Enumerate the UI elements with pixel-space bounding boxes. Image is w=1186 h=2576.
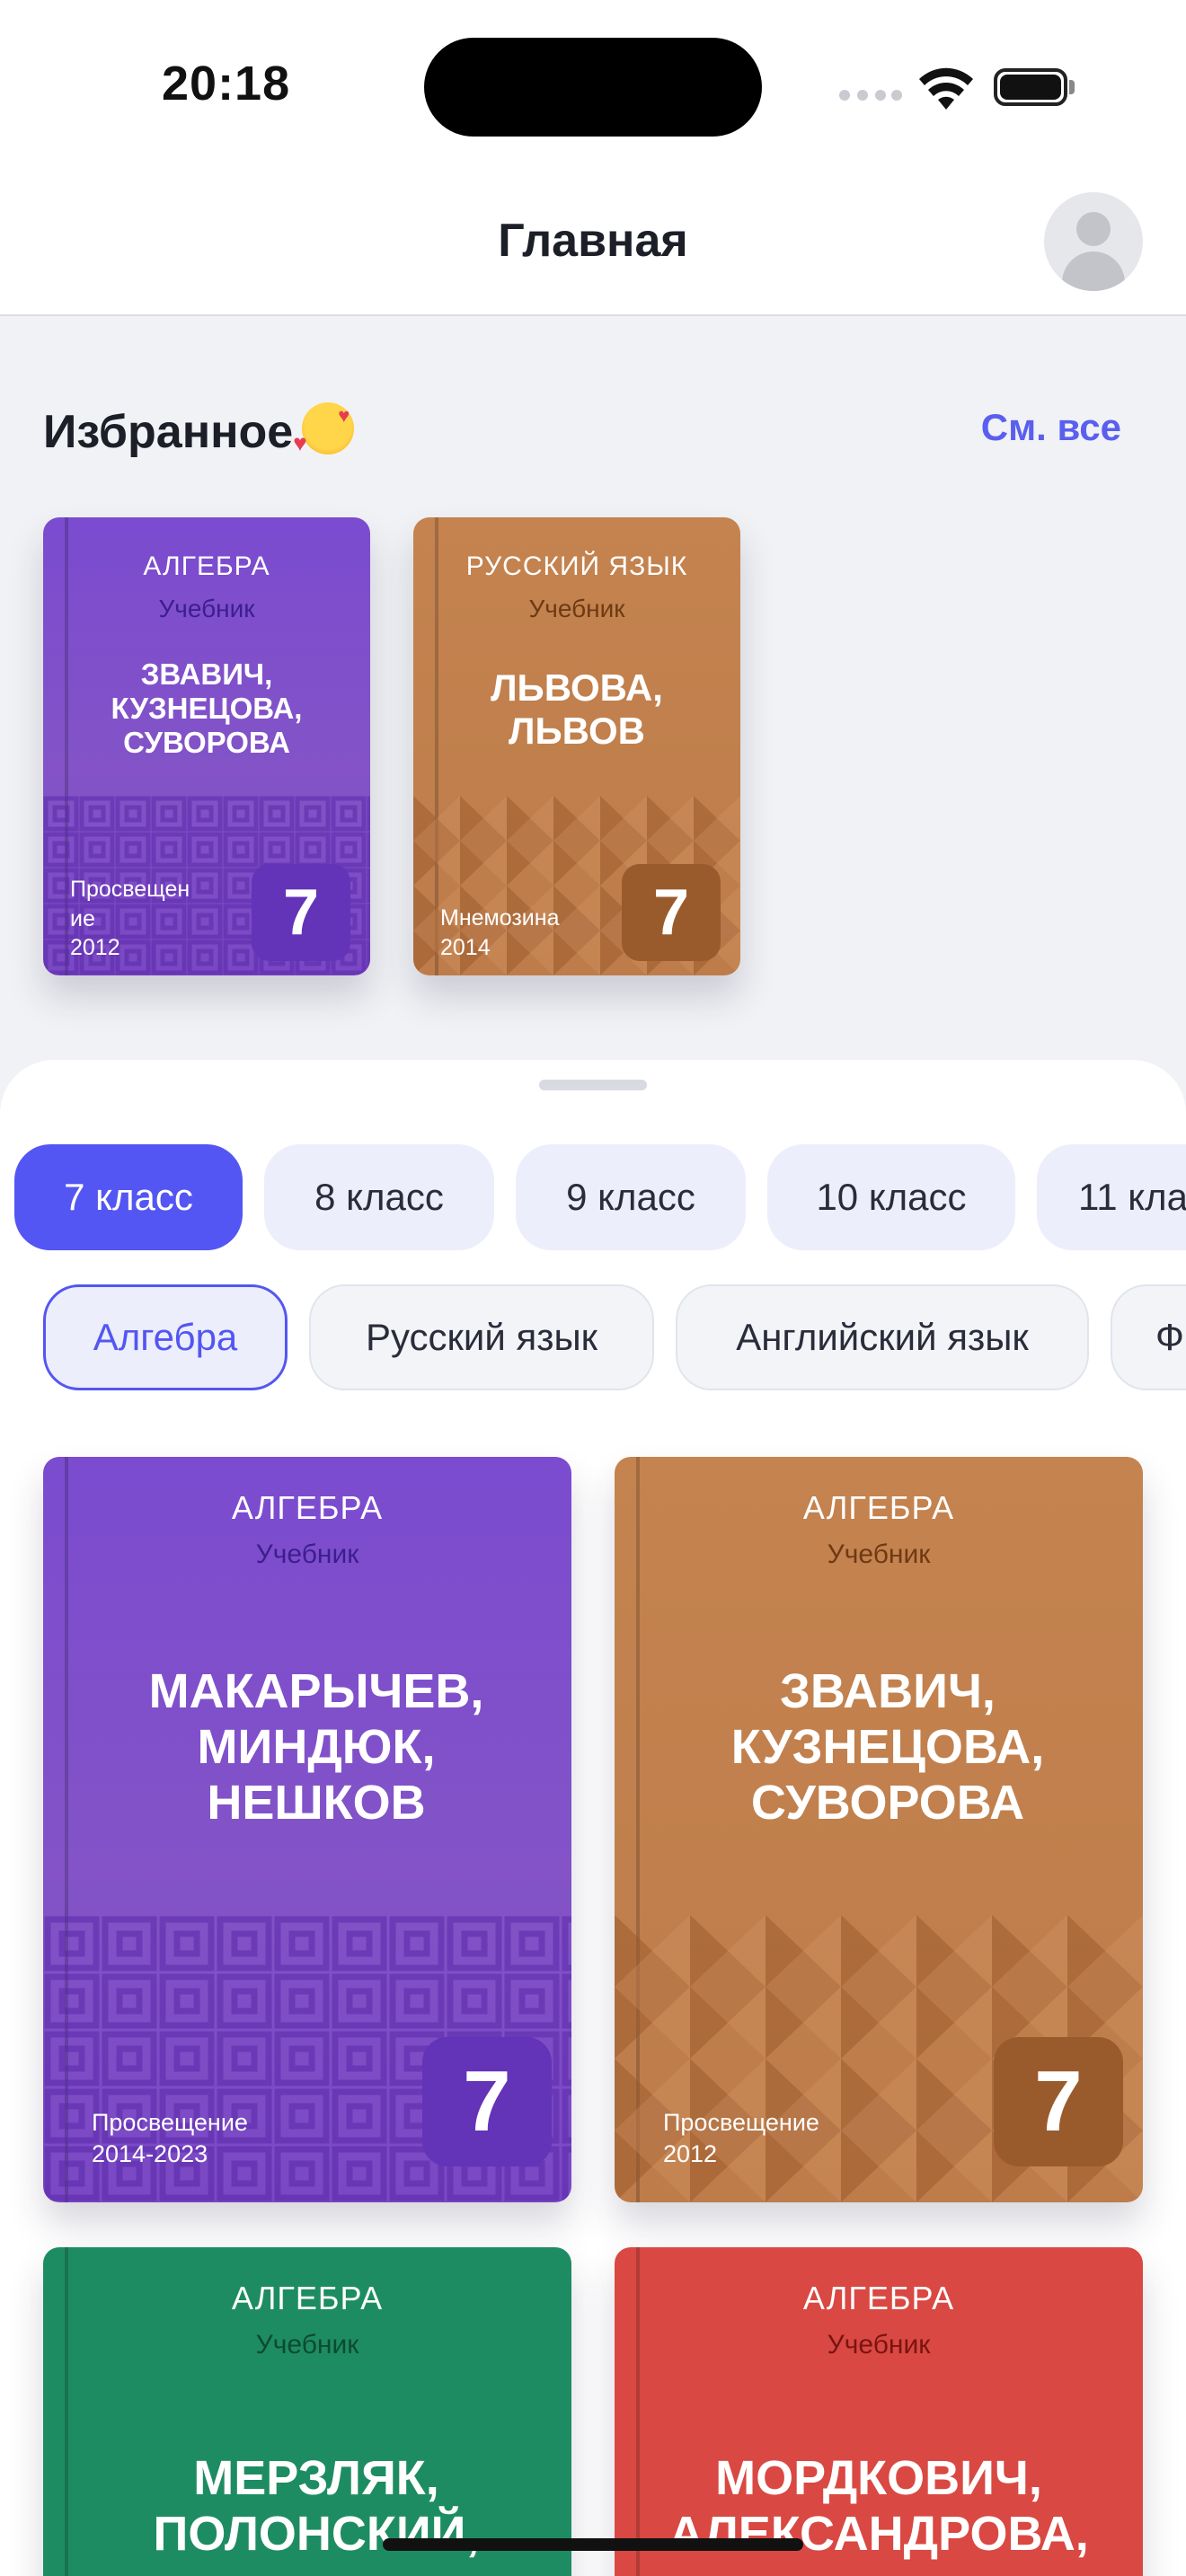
smiling-face-with-hearts-icon — [293, 402, 355, 457]
grade-badge: 7 — [252, 864, 350, 961]
grade-chip-8[interactable]: 8 класс — [264, 1144, 494, 1250]
book-type: Учебник — [528, 595, 625, 622]
see-all-link[interactable]: См. все — [981, 406, 1121, 449]
page-title: Главная — [498, 215, 688, 267]
book-publisher: Мнемозина 2014 — [440, 905, 560, 960]
book-card[interactable]: АЛГЕБРА Учебник ЗВАВИЧ, КУЗНЕЦОВА, СУВОР… — [615, 1457, 1143, 2202]
sheet-grabber[interactable] — [539, 1080, 647, 1090]
book-subject: АЛГЕБРА — [231, 1489, 384, 1526]
book-card[interactable]: АЛГЕБРА Учебник МЕРЗЛЯК, ПОЛОНСКИЙ, — [43, 2247, 571, 2576]
status-time: 20:18 — [162, 57, 291, 110]
book-type: Учебник — [255, 1539, 359, 1569]
book-authors: ЗВАВИЧ, КУЗНЕЦОВА, СУВОРОВА — [730, 1664, 1045, 1831]
book-type: Учебник — [158, 595, 255, 622]
book-subject: АЛГЕБРА — [231, 2280, 384, 2316]
book-authors: ЛЬВОВА, ЛЬВОВ — [491, 666, 663, 753]
user-icon — [1076, 212, 1111, 246]
book-type: Учебник — [255, 2330, 359, 2360]
subject-chip-algebra[interactable]: Алгебра — [43, 1284, 288, 1390]
home-indicator[interactable] — [383, 2538, 803, 2551]
favorite-book-card[interactable]: РУССКИЙ ЯЗЫК Учебник ЛЬВОВА, ЛЬВОВ Мнемо… — [413, 517, 740, 975]
grade-chip-7[interactable]: 7 класс — [14, 1144, 243, 1250]
dynamic-island — [424, 38, 762, 137]
book-authors: ЗВАВИЧ, КУЗНЕЦОВА, СУВОРОВА — [111, 657, 303, 759]
book-publisher: Просвещение 2012 — [663, 2109, 819, 2168]
grade-chip-11[interactable]: 11 кла — [1037, 1144, 1186, 1250]
book-card[interactable]: АЛГЕБРА Учебник МОРДКОВИЧ, АЛЕКСАНДРОВА, — [615, 2247, 1143, 2576]
grade-badge: 7 — [994, 2037, 1123, 2166]
subject-chip-russian[interactable]: Русский язык — [309, 1284, 654, 1390]
book-publisher: Просвещен ие 2012 — [70, 877, 190, 960]
favorites-title-text: Избранное — [43, 406, 294, 458]
book-subject: АЛГЕБРА — [802, 1489, 955, 1526]
book-subject: АЛГЕБРА — [143, 551, 270, 581]
favorite-book-card[interactable]: АЛГЕБРА Учебник ЗВАВИЧ, КУЗНЕЦОВА, СУВОР… — [43, 517, 370, 975]
book-type: Учебник — [827, 1539, 931, 1569]
grade-badge: 7 — [622, 864, 721, 961]
book-authors: МАКАРЫЧЕВ, МИНДЮК, НЕШКОВ — [148, 1664, 484, 1831]
book-subject: АЛГЕБРА — [802, 2280, 955, 2316]
subject-chip-more[interactable]: Ф — [1111, 1284, 1186, 1390]
grade-badge: 7 — [422, 2037, 552, 2166]
grade-chip-9[interactable]: 9 класс — [516, 1144, 746, 1250]
book-subject: РУССКИЙ ЯЗЫК — [465, 551, 688, 581]
screen: { "status_bar": { "time": "20:18" }, "he… — [0, 0, 1186, 2576]
battery-icon — [994, 68, 1075, 106]
grade-chip-10[interactable]: 10 класс — [767, 1144, 1015, 1250]
favorites-title: Избранное — [43, 402, 355, 459]
subject-chip-english[interactable]: Английский язык — [676, 1284, 1089, 1390]
book-type: Учебник — [827, 2330, 931, 2360]
book-publisher: Просвещение 2014-2023 — [92, 2109, 248, 2168]
book-card[interactable]: АЛГЕБРА Учебник МАКАРЫЧЕВ, МИНДЮК, НЕШКО… — [43, 1457, 571, 2202]
profile-avatar[interactable] — [1044, 192, 1143, 291]
cellular-signal-icon — [839, 90, 902, 102]
wifi-icon — [919, 67, 973, 110]
